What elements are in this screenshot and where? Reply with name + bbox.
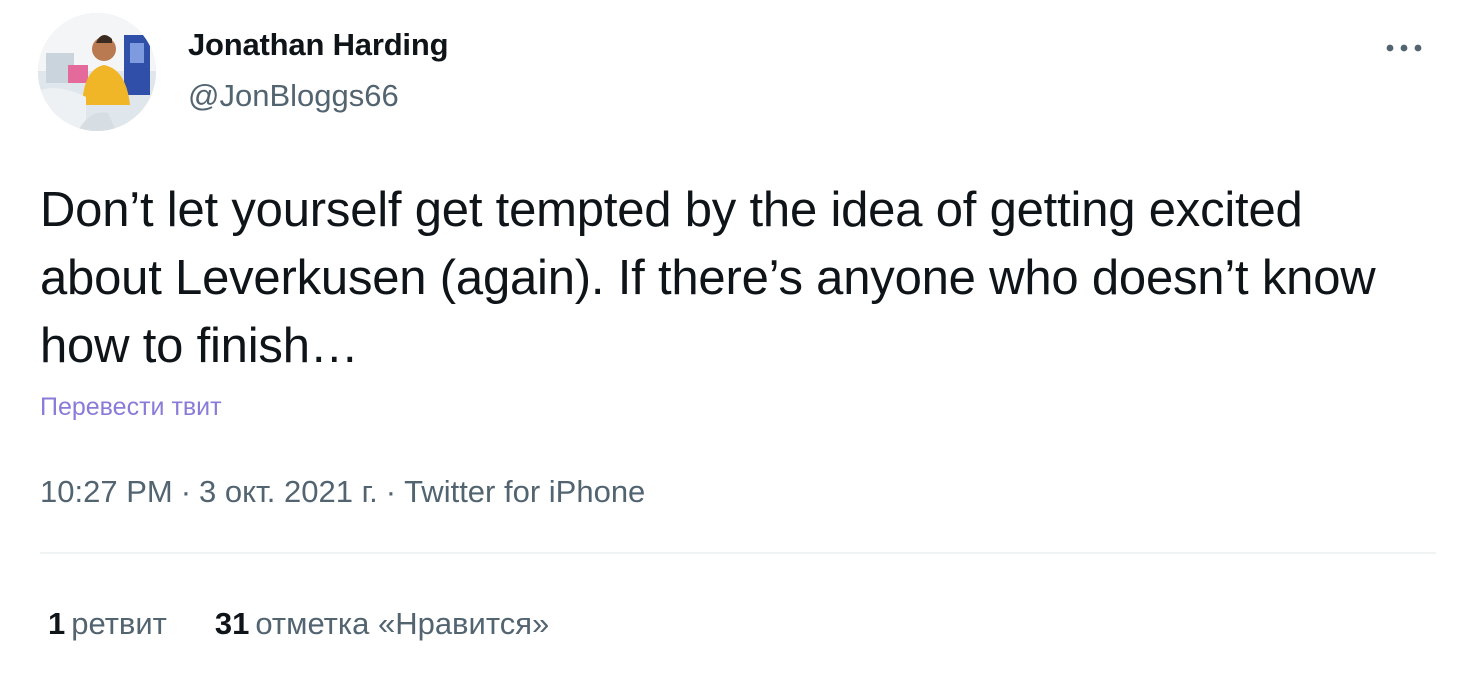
retweets-count: 1: [48, 606, 66, 641]
likes-label: отметка «Нравится»: [255, 606, 550, 641]
avatar-image: [38, 13, 156, 131]
tweet-time[interactable]: 10:27 PM: [40, 474, 173, 509]
tweet-metadata: 10:27 PM · 3 окт. 2021 г. · Twitter for iPho…: [40, 472, 645, 512]
tweet-source[interactable]: Twitter for iPhone: [404, 474, 645, 509]
display-name[interactable]: Jonathan Harding: [188, 26, 449, 64]
likes-stat[interactable]: 31 отметка «Нравится»: [215, 604, 549, 644]
meta-separator: ·: [180, 474, 192, 509]
translate-tweet-link[interactable]: Перевести твит: [40, 390, 222, 424]
avatar[interactable]: [38, 13, 156, 131]
tweet-text: Don’t let yourself get tempted by the id…: [40, 183, 1376, 373]
tweet-card: Jonathan Harding @JonBloggs66 Don’t let …: [0, 0, 1460, 674]
retweets-label: ретвит: [71, 606, 167, 641]
retweets-stat[interactable]: 1 ретвит: [48, 604, 167, 644]
author-info: Jonathan Harding @JonBloggs66: [188, 26, 449, 114]
more-horizontal-icon: [1386, 44, 1422, 52]
user-handle[interactable]: @JonBloggs66: [188, 78, 448, 114]
tweet-date[interactable]: 3 окт. 2021 г.: [199, 474, 378, 509]
likes-count: 31: [214, 606, 250, 641]
tweet-stats: 1 ретвит 31 отметка «Нравится»: [48, 604, 597, 644]
more-options-button[interactable]: [1380, 28, 1428, 68]
divider: [40, 552, 1436, 554]
meta-separator: ·: [385, 474, 397, 509]
